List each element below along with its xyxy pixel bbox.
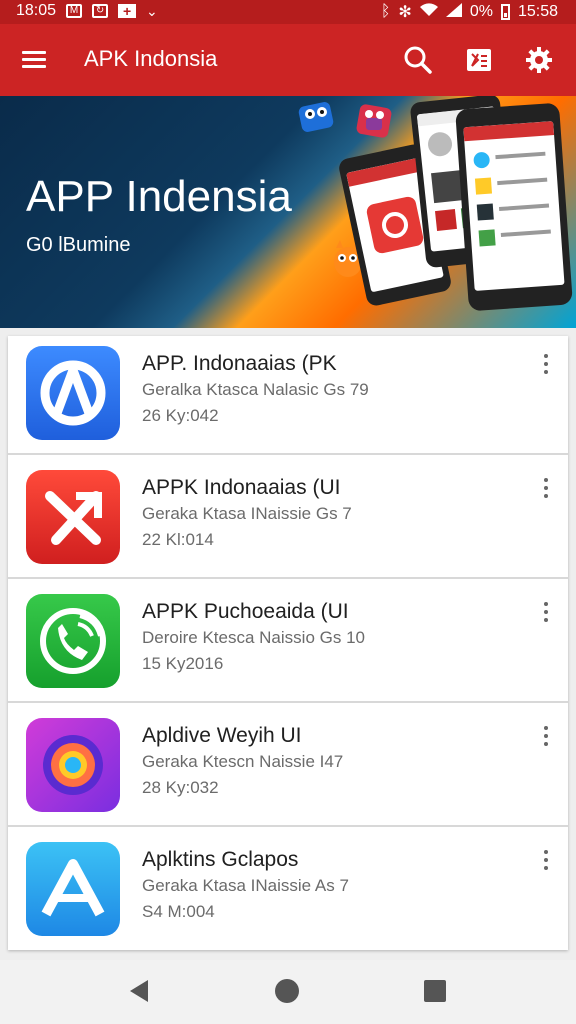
more-options-icon[interactable] bbox=[538, 724, 554, 748]
blue-monster-icon bbox=[298, 102, 334, 132]
app-name: Apldive Weyih UI bbox=[142, 724, 302, 747]
apk-file-icon[interactable] bbox=[463, 44, 495, 76]
app-description: Geralka Ktasca Nalasic Gs 79 bbox=[142, 380, 369, 399]
banner-subtitle: G0 lBumine bbox=[26, 234, 131, 256]
app-meta: 15 Ky2016 bbox=[142, 654, 224, 673]
app-meta: 28 Ky:032 bbox=[142, 778, 219, 797]
app-meta: 22 Kl:014 bbox=[142, 530, 214, 549]
more-options-icon[interactable] bbox=[538, 848, 554, 872]
signal-icon bbox=[445, 2, 462, 22]
settings-gear-icon[interactable] bbox=[523, 44, 555, 76]
banner-title: APP Indensia bbox=[26, 172, 292, 221]
status-time-left: 18:05 bbox=[16, 2, 57, 19]
list-item[interactable]: APPK Indonaaias (UI Geraka Ktasa INaissi… bbox=[8, 460, 568, 584]
list-item[interactable]: APP. Indonaaias (PK Geralka Ktasca Nalas… bbox=[8, 336, 568, 460]
red-monster-icon bbox=[356, 104, 392, 138]
menu-icon[interactable] bbox=[22, 48, 50, 72]
app-name: APPK Puchoeaida (UI bbox=[142, 600, 349, 623]
app-list: APP. Indonaaias (PK Geralka Ktasca Nalas… bbox=[8, 336, 568, 950]
app-meta: 26 Ky:042 bbox=[142, 406, 219, 425]
battery-percent: 0% bbox=[469, 3, 493, 20]
app-name: APP. Indonaaias (PK bbox=[142, 352, 337, 375]
app-title: APK Indonsia bbox=[84, 46, 218, 71]
link-icon: ↻ bbox=[92, 4, 109, 18]
app-name: APPK Indonaaias (UI bbox=[142, 476, 341, 499]
vibrate-icon: ✻ bbox=[398, 4, 412, 21]
arrow-icon: ⌄ bbox=[146, 2, 158, 19]
notification-icon: M bbox=[66, 4, 83, 18]
home-icon[interactable] bbox=[274, 978, 300, 1004]
status-time-right: 15:58 bbox=[517, 3, 558, 20]
app-icon-purple-swirl bbox=[26, 718, 120, 812]
app-icon-blue-a-triangle bbox=[26, 842, 120, 936]
divider bbox=[8, 825, 568, 827]
list-item[interactable]: Apldive Weyih UI Geraka Ktescn Naissie I… bbox=[8, 708, 568, 832]
app-icon-blue-a bbox=[26, 346, 120, 440]
app-description: Deroire Ktesca Naissio Gs 10 bbox=[142, 628, 365, 647]
list-item[interactable]: APPK Puchoeaida (UI Deroire Ktesca Naiss… bbox=[8, 584, 568, 708]
app-description: Geraka Ktasa INaissie Gs 7 bbox=[142, 504, 352, 523]
app-description: Geraka Ktescn Naissie I47 bbox=[142, 752, 344, 771]
app-bar: APK Indonsia bbox=[0, 24, 576, 96]
status-bar: 18:05 M ↻ + ⌄ ᛒ ✻ 0% 15:58 bbox=[0, 0, 576, 24]
back-icon[interactable] bbox=[126, 978, 152, 1004]
app-name: Aplktins Gclapos bbox=[142, 848, 299, 871]
app-description: Geraka Ktasa INaissie As 7 bbox=[142, 876, 349, 895]
app-meta: S4 M:004 bbox=[142, 902, 215, 921]
phone-mockup-right bbox=[455, 102, 573, 312]
more-options-icon[interactable] bbox=[538, 600, 554, 624]
promo-banner[interactable]: APP Indensia G0 lBumine bbox=[0, 96, 576, 328]
wifi-icon bbox=[419, 2, 438, 22]
divider bbox=[8, 701, 568, 703]
search-icon[interactable] bbox=[402, 44, 434, 76]
app-icon-green-phone bbox=[26, 594, 120, 688]
divider bbox=[8, 453, 568, 455]
bluetooth-icon: ᛒ bbox=[380, 3, 391, 20]
more-options-icon[interactable] bbox=[538, 352, 554, 376]
divider bbox=[8, 577, 568, 579]
list-item[interactable]: Aplktins Gclapos Geraka Ktasa INaissie A… bbox=[8, 832, 568, 956]
more-options-icon[interactable] bbox=[538, 476, 554, 500]
battery-icon bbox=[500, 4, 510, 20]
app-icon-red-slash bbox=[26, 470, 120, 564]
recents-icon[interactable] bbox=[422, 978, 448, 1004]
navigation-bar bbox=[0, 960, 576, 1024]
add-icon: + bbox=[118, 4, 137, 18]
